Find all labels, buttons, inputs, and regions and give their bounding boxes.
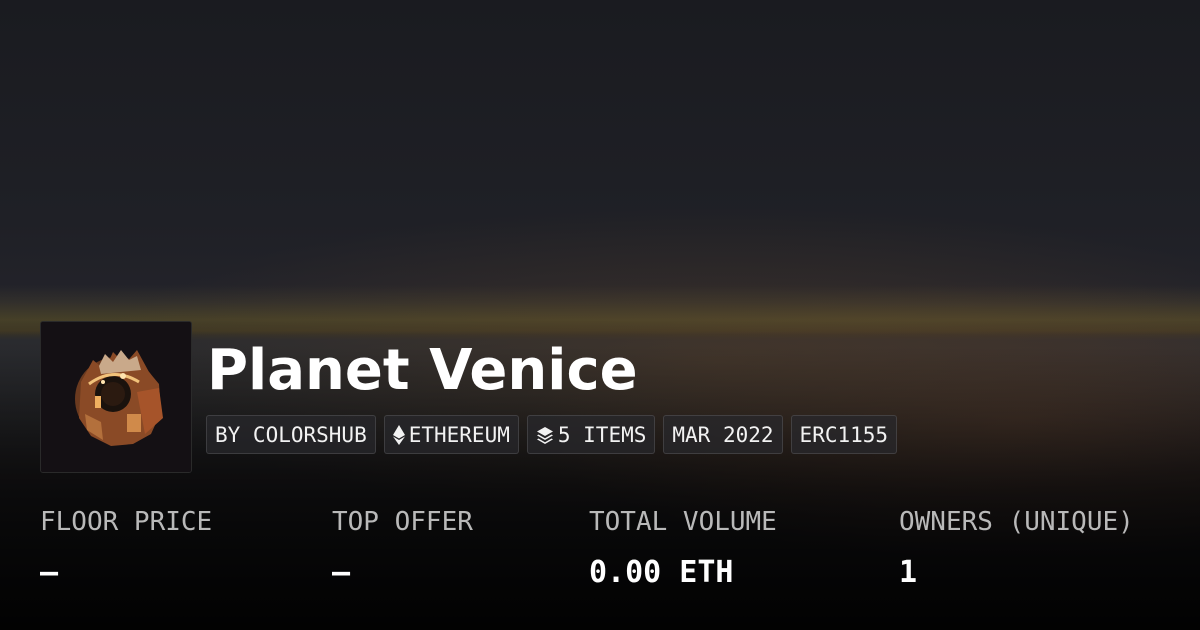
tag-chain[interactable]: ETHEREUM xyxy=(383,415,519,454)
stat-top-offer-label: TOP OFFER xyxy=(332,507,473,537)
stat-floor-price-value: – xyxy=(40,555,59,590)
tag-date-label: MAR 2022 xyxy=(672,422,774,447)
tag-items[interactable]: 5 ITEMS xyxy=(526,415,656,454)
tag-creator-label: BY COLORSHUB xyxy=(215,422,367,447)
collection-tags: BY COLORSHUB ETHEREUM 5 ITEMS MAR 2022 E… xyxy=(206,415,898,454)
tag-date: MAR 2022 xyxy=(663,415,783,454)
tag-chain-label: ETHEREUM xyxy=(408,422,510,447)
stat-owners-label: OWNERS (UNIQUE) xyxy=(899,507,1134,537)
tag-creator[interactable]: BY COLORSHUB xyxy=(206,415,376,454)
ethereum-icon xyxy=(392,424,405,445)
tag-standard: ERC1155 xyxy=(790,415,898,454)
collection-avatar xyxy=(40,321,192,473)
planet-venice-artwork xyxy=(41,322,191,472)
tag-standard-label: ERC1155 xyxy=(799,422,889,447)
stat-total-volume-value: 0.00 ETH xyxy=(589,555,734,590)
stat-total-volume-label: TOTAL VOLUME xyxy=(589,507,777,537)
stat-top-offer: TOP OFFER – xyxy=(332,506,473,590)
layers-icon xyxy=(536,426,554,444)
tag-items-label: 5 ITEMS xyxy=(557,422,647,447)
stat-floor-price-label: FLOOR PRICE xyxy=(40,507,213,537)
stat-total-volume: TOTAL VOLUME 0.00 ETH xyxy=(589,506,777,590)
stat-owners-value: 1 xyxy=(899,555,918,590)
stat-top-offer-value: – xyxy=(332,555,351,590)
collection-title: Planet Venice xyxy=(207,338,638,403)
stat-owners: OWNERS (UNIQUE) 1 xyxy=(899,506,1134,590)
stat-floor-price: FLOOR PRICE – xyxy=(40,506,212,590)
